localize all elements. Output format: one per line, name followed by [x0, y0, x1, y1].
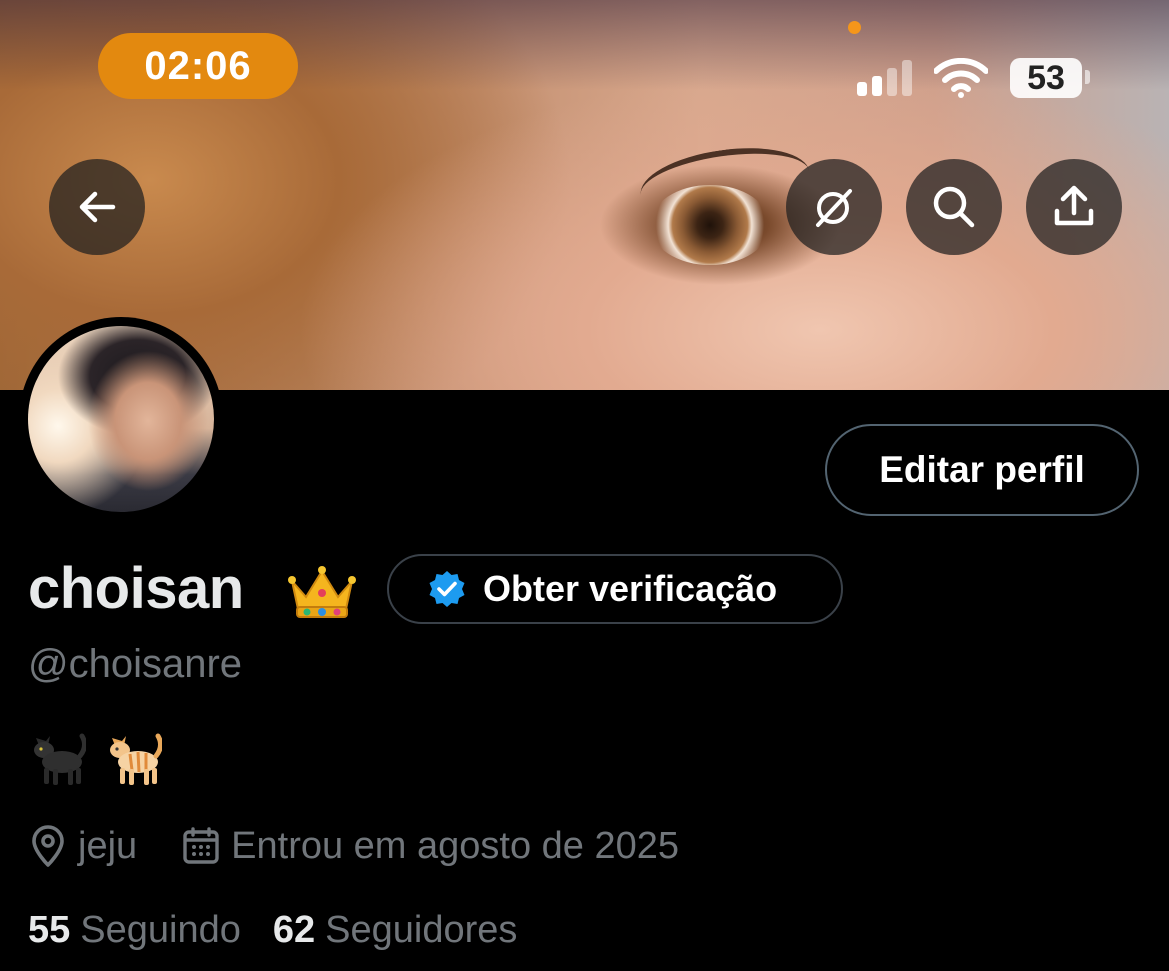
location-text: jeju [78, 824, 138, 867]
verified-badge-icon [429, 571, 465, 607]
display-name: choisan [28, 556, 244, 621]
username-handle: @choisanre [28, 642, 243, 686]
get-verified-button[interactable]: Obter verificação [387, 554, 843, 624]
grok-button[interactable] [786, 159, 882, 255]
avatar[interactable] [28, 326, 214, 512]
back-button[interactable] [49, 159, 145, 255]
search-icon [933, 186, 975, 228]
location-item: jeju [28, 824, 137, 868]
followers-label: Seguidores [325, 909, 518, 951]
get-verified-label: Obter verificação [483, 568, 778, 609]
location-pin-icon [32, 825, 64, 867]
battery-tip [1085, 70, 1090, 84]
following-count: 55 [28, 909, 71, 951]
followers-count: 62 [272, 909, 316, 951]
status-time[interactable]: 02:06 [98, 33, 298, 99]
arrow-left-icon [79, 191, 116, 223]
following-link[interactable]: 55 Seguindo [28, 906, 241, 954]
share-upload-icon [1054, 185, 1094, 226]
privacy-indicator-dot [848, 21, 861, 34]
battery-indicator: 53 [1010, 58, 1082, 98]
search-button[interactable] [906, 159, 1002, 255]
join-date-item: Entrou em agosto de 2025 [181, 825, 679, 868]
edit-profile-button[interactable]: Editar perfil [825, 424, 1139, 516]
crown-emoji-icon [288, 566, 356, 618]
join-date-text: Entrou em agosto de 2025 [231, 824, 680, 867]
followers-link[interactable]: 62 Seguidores [273, 906, 518, 954]
banner-eye [650, 185, 770, 265]
profile-bio [28, 732, 162, 788]
wifi-icon [934, 58, 988, 98]
follow-stats: 55 Seguindo 62 Seguidores [28, 906, 549, 954]
black-cat-emoji-icon [34, 733, 86, 785]
cellular-signal-icon [857, 60, 912, 96]
following-label: Seguindo [80, 909, 241, 951]
share-button[interactable] [1026, 159, 1122, 255]
grok-slash-icon [816, 189, 852, 227]
profile-meta: jeju Entrou em agosto de 2025 [28, 822, 723, 870]
orange-cat-emoji-icon [110, 733, 162, 785]
calendar-icon [183, 827, 219, 864]
